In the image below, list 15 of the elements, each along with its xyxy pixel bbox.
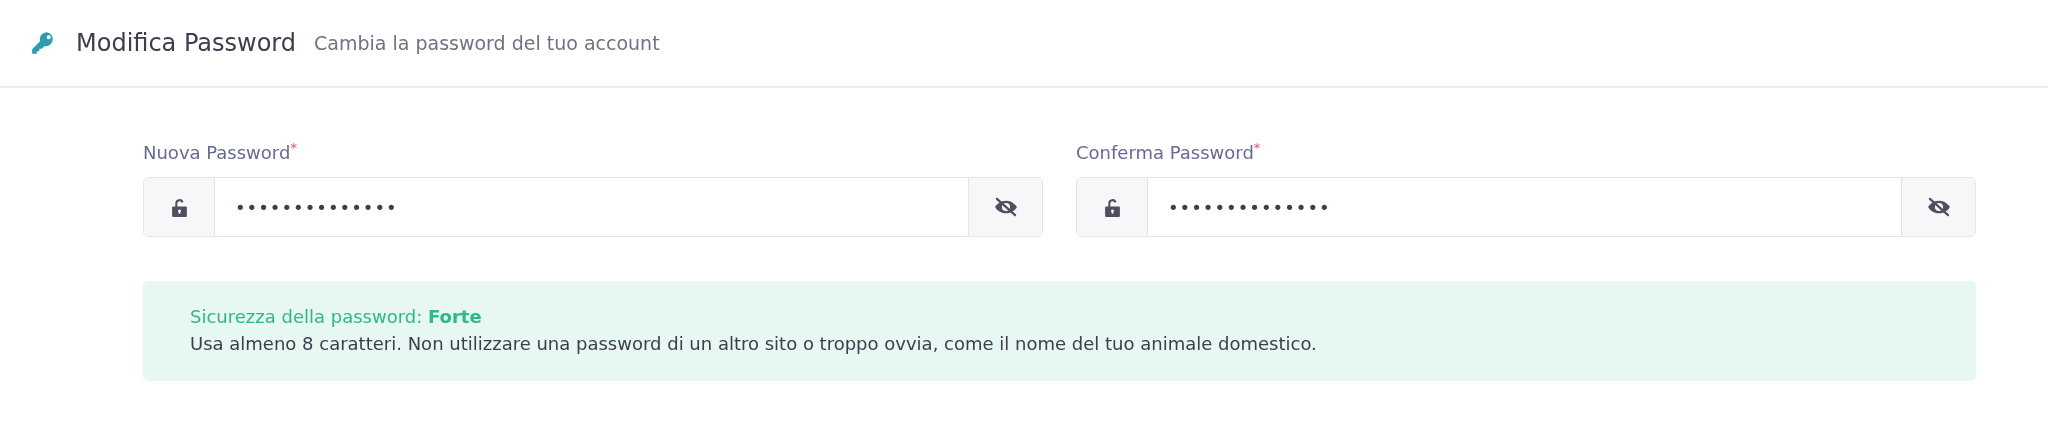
toggle-visibility-button[interactable] [968,178,1042,236]
strength-hint: Usa almeno 8 caratteri. Non utilizzare una password di un altro sito o troppo ovvia, come il nome del tuo animale domestico. [190,333,1317,354]
unlocked-lock-icon [170,197,188,217]
page-subtitle: Cambia la password del tuo account [314,32,660,54]
key-icon [30,30,56,56]
password-field[interactable]: •••••••••••••• [1076,177,1976,237]
eye-slash-icon [1925,197,1952,217]
field-label: Nuova Password$^{*}$ [143,140,297,163]
toggle-visibility-button[interactable] [1901,178,1975,236]
password-field[interactable]: •••••••••••••• [143,177,1043,237]
strength-heading: Sicurezza della password: Forte [190,306,482,327]
eye-slash-icon [992,197,1019,217]
field-label: Conferma Password$^{*}$ [1076,140,1261,163]
unlocked-lock-icon [1103,197,1121,217]
page-title: Modifica Password [76,29,297,57]
